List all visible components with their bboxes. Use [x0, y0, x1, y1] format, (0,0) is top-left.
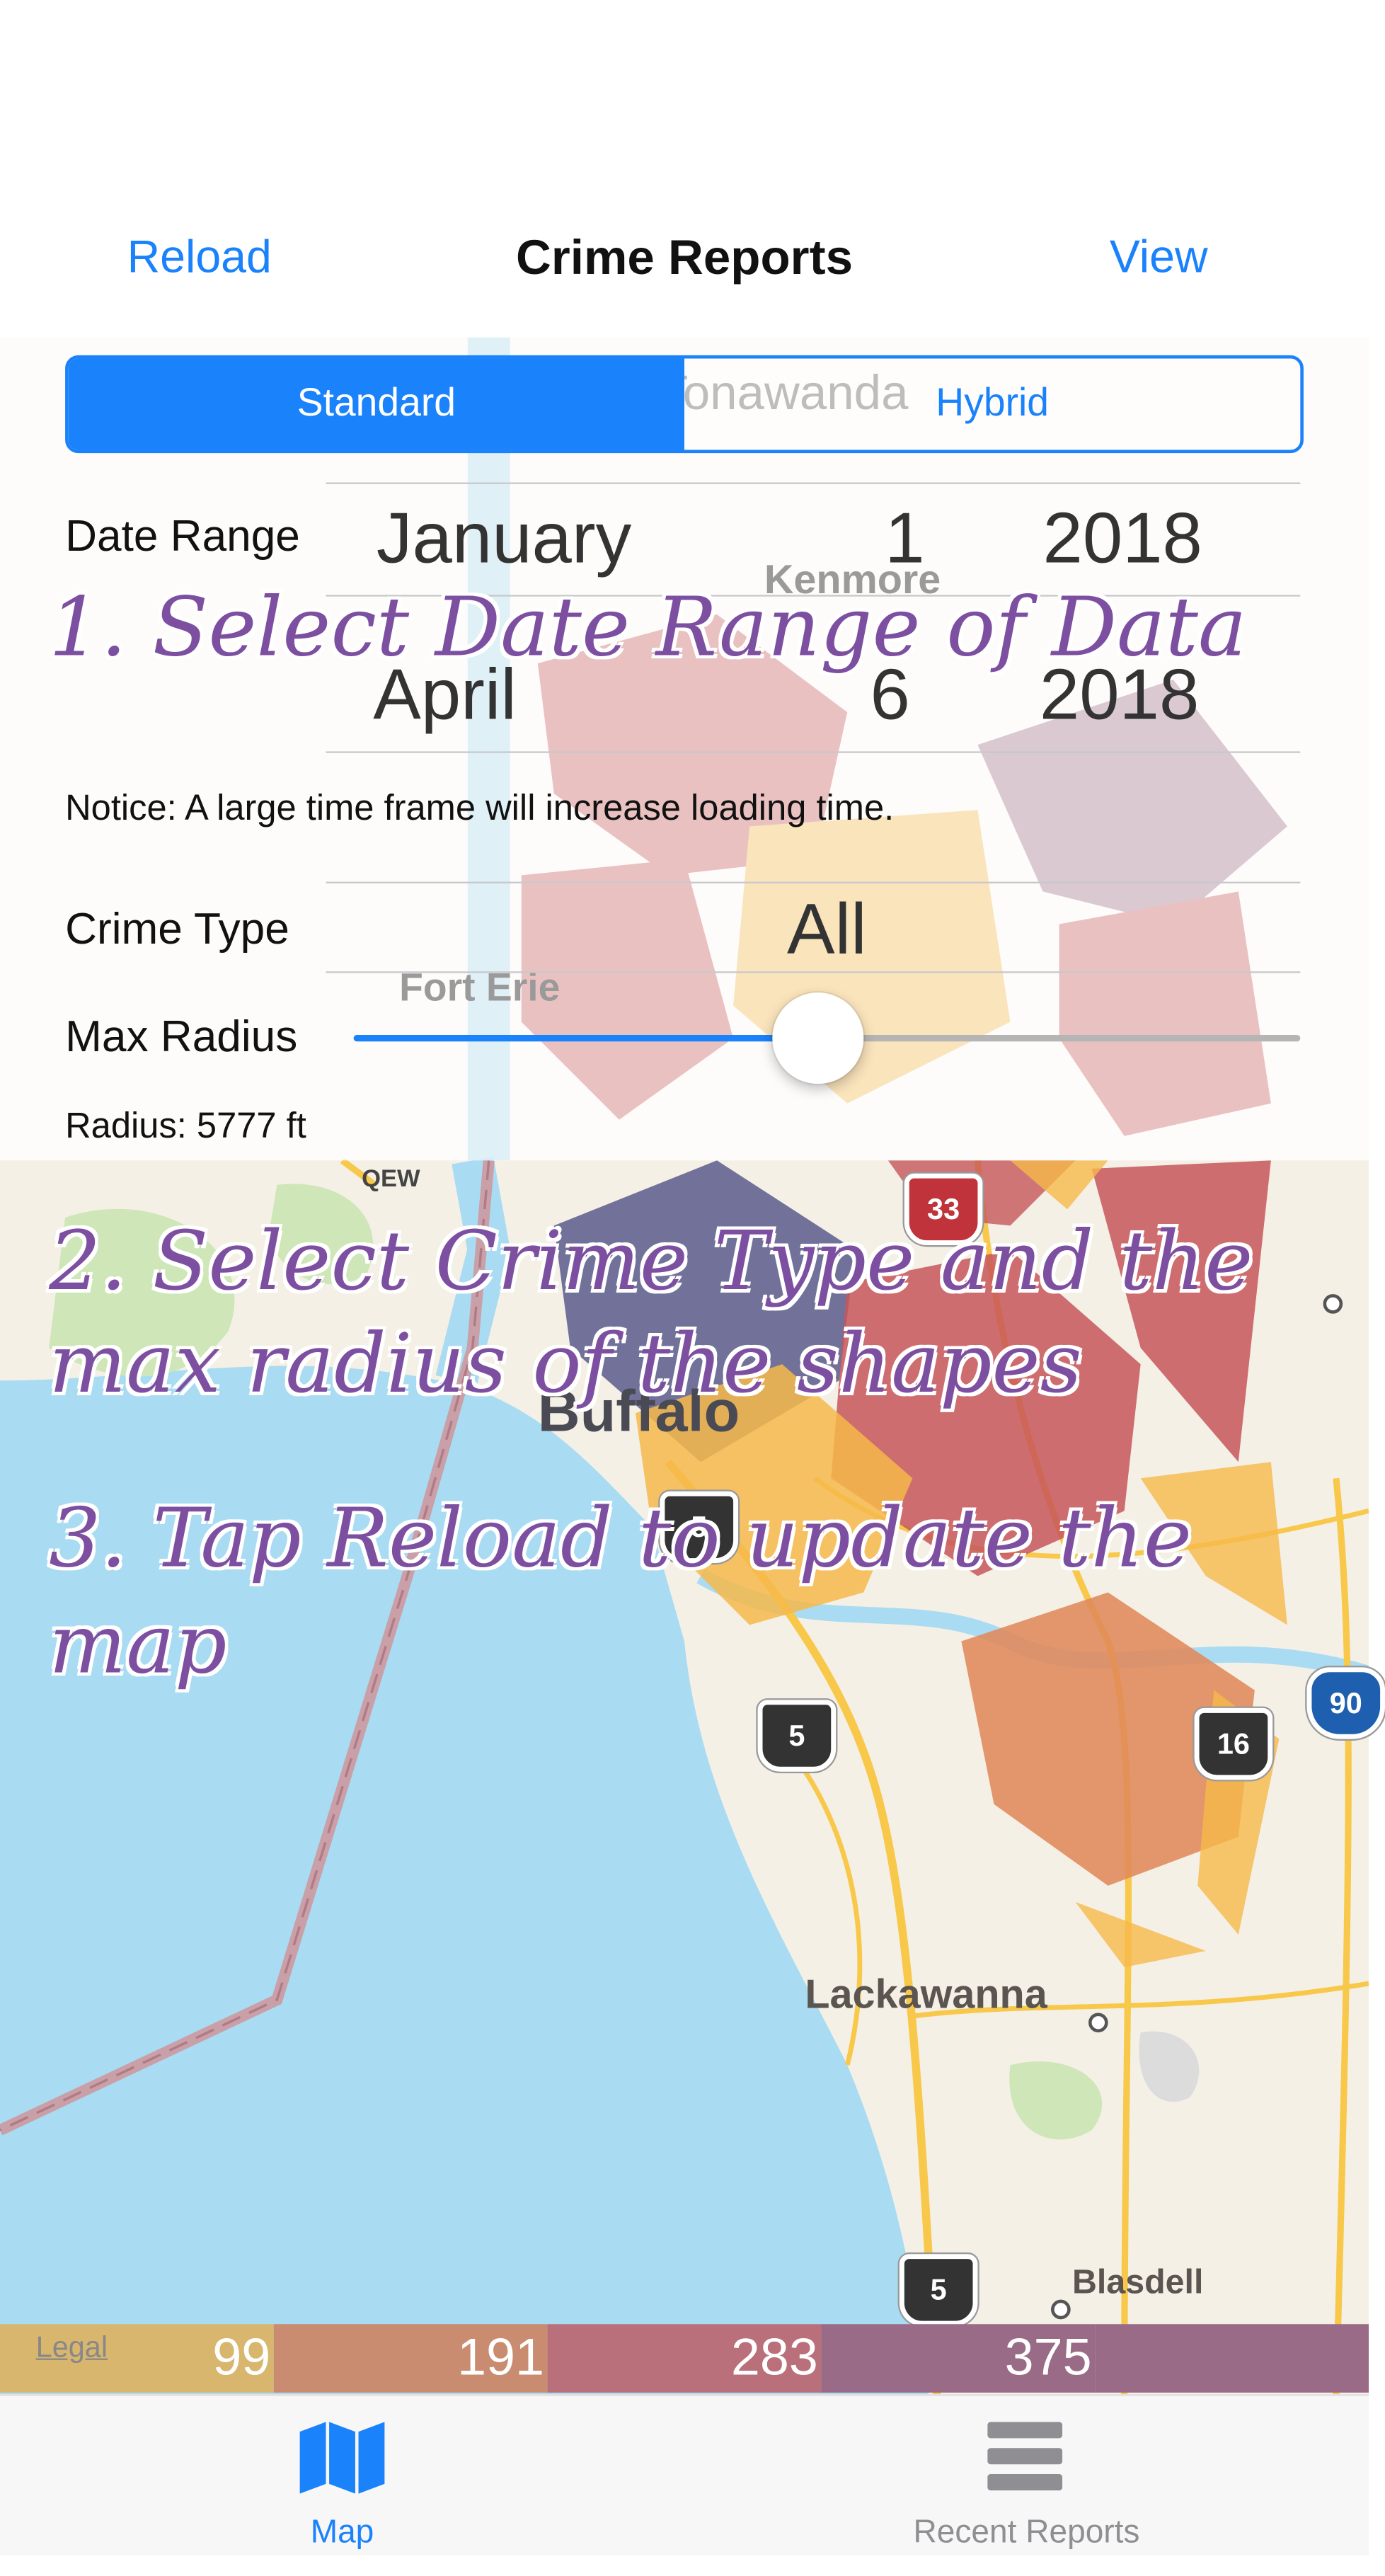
segment-standard[interactable]: Standard [68, 358, 685, 450]
road-label-qew: QEW [362, 1165, 420, 1193]
route-16-shield: 16 [1194, 1707, 1273, 1780]
legend-value: 283 [730, 2327, 818, 2386]
route-5-shield: 5 [899, 2254, 978, 2326]
loading-notice: Notice: A large time frame will increase… [65, 787, 895, 828]
instruction-step-2-line-1: 2. Select Crime Type and the [49, 1214, 1253, 1309]
instruction-step-1: 1. Select Date Range of Data [49, 580, 1247, 675]
map-icon [299, 2422, 385, 2494]
start-year-picker[interactable]: 2018 [1043, 499, 1202, 580]
town-dot [1051, 2299, 1071, 2320]
legend-segment: 191 [273, 2324, 548, 2393]
radius-slider-thumb[interactable] [771, 992, 863, 1084]
picker-divider [326, 482, 1301, 484]
legend-segment: 283 [547, 2324, 822, 2393]
crime-type-label: Crime Type [65, 904, 289, 954]
legend-value: 375 [1004, 2327, 1092, 2386]
legend-segment: 375 [821, 2324, 1096, 2393]
view-button[interactable]: View [1110, 231, 1208, 284]
legal-link[interactable]: Legal [36, 2330, 108, 2364]
radius-slider-fill[interactable] [353, 1035, 818, 1042]
instruction-step-3-line-1: 3. Tap Reload to update the [49, 1491, 1192, 1586]
tab-map[interactable]: Map [0, 2396, 684, 2556]
picker-divider [326, 971, 1301, 973]
date-range-label: Date Range [65, 511, 300, 561]
radius-value-text: Radius: 5777 ft [65, 1105, 306, 1146]
max-radius-label: Max Radius [65, 1012, 298, 1061]
place-label-blasdell: Blasdell [1071, 2264, 1204, 2301]
place-label-lackawanna: Lackawanna [805, 1971, 1047, 2018]
town-dot [1323, 1294, 1343, 1314]
tab-recent-reports[interactable]: Recent Reports [684, 2396, 1369, 2556]
legend-segment [1095, 2324, 1369, 2393]
place-label-fort-erie: Fort Erie [399, 966, 561, 1011]
legend-value: 99 [212, 2327, 271, 2386]
start-day-picker[interactable]: 1 [885, 499, 924, 580]
segment-hybrid[interactable]: Hybrid [684, 358, 1301, 450]
radius-slider-track[interactable] [817, 1035, 1301, 1042]
instruction-step-3-line-2: map [49, 1597, 227, 1692]
crime-type-picker[interactable]: All [787, 890, 867, 971]
instruction-step-2-line-2: max radius of the shapes [49, 1317, 1082, 1412]
picker-divider [326, 881, 1301, 883]
route-5-shield: 5 [757, 1700, 837, 1772]
tab-bar: Map Recent Reports [0, 2394, 1369, 2556]
app-screen: Reload Crime Reports View Buffalo Lackaw… [0, 0, 1385, 2556]
tab-map-label: Map [310, 2514, 374, 2551]
town-dot [1088, 2013, 1108, 2033]
picker-divider [326, 751, 1301, 753]
start-month-picker[interactable]: January [377, 499, 631, 580]
map-type-segmented-control: Standard Hybrid [65, 355, 1304, 454]
list-icon [987, 2422, 1063, 2491]
interstate-90-shield: 90 [1306, 1667, 1385, 1739]
legend-value: 191 [457, 2327, 545, 2386]
density-legend: 99 191 283 375 [0, 2324, 1369, 2393]
tab-recent-reports-label: Recent Reports [913, 2514, 1140, 2551]
